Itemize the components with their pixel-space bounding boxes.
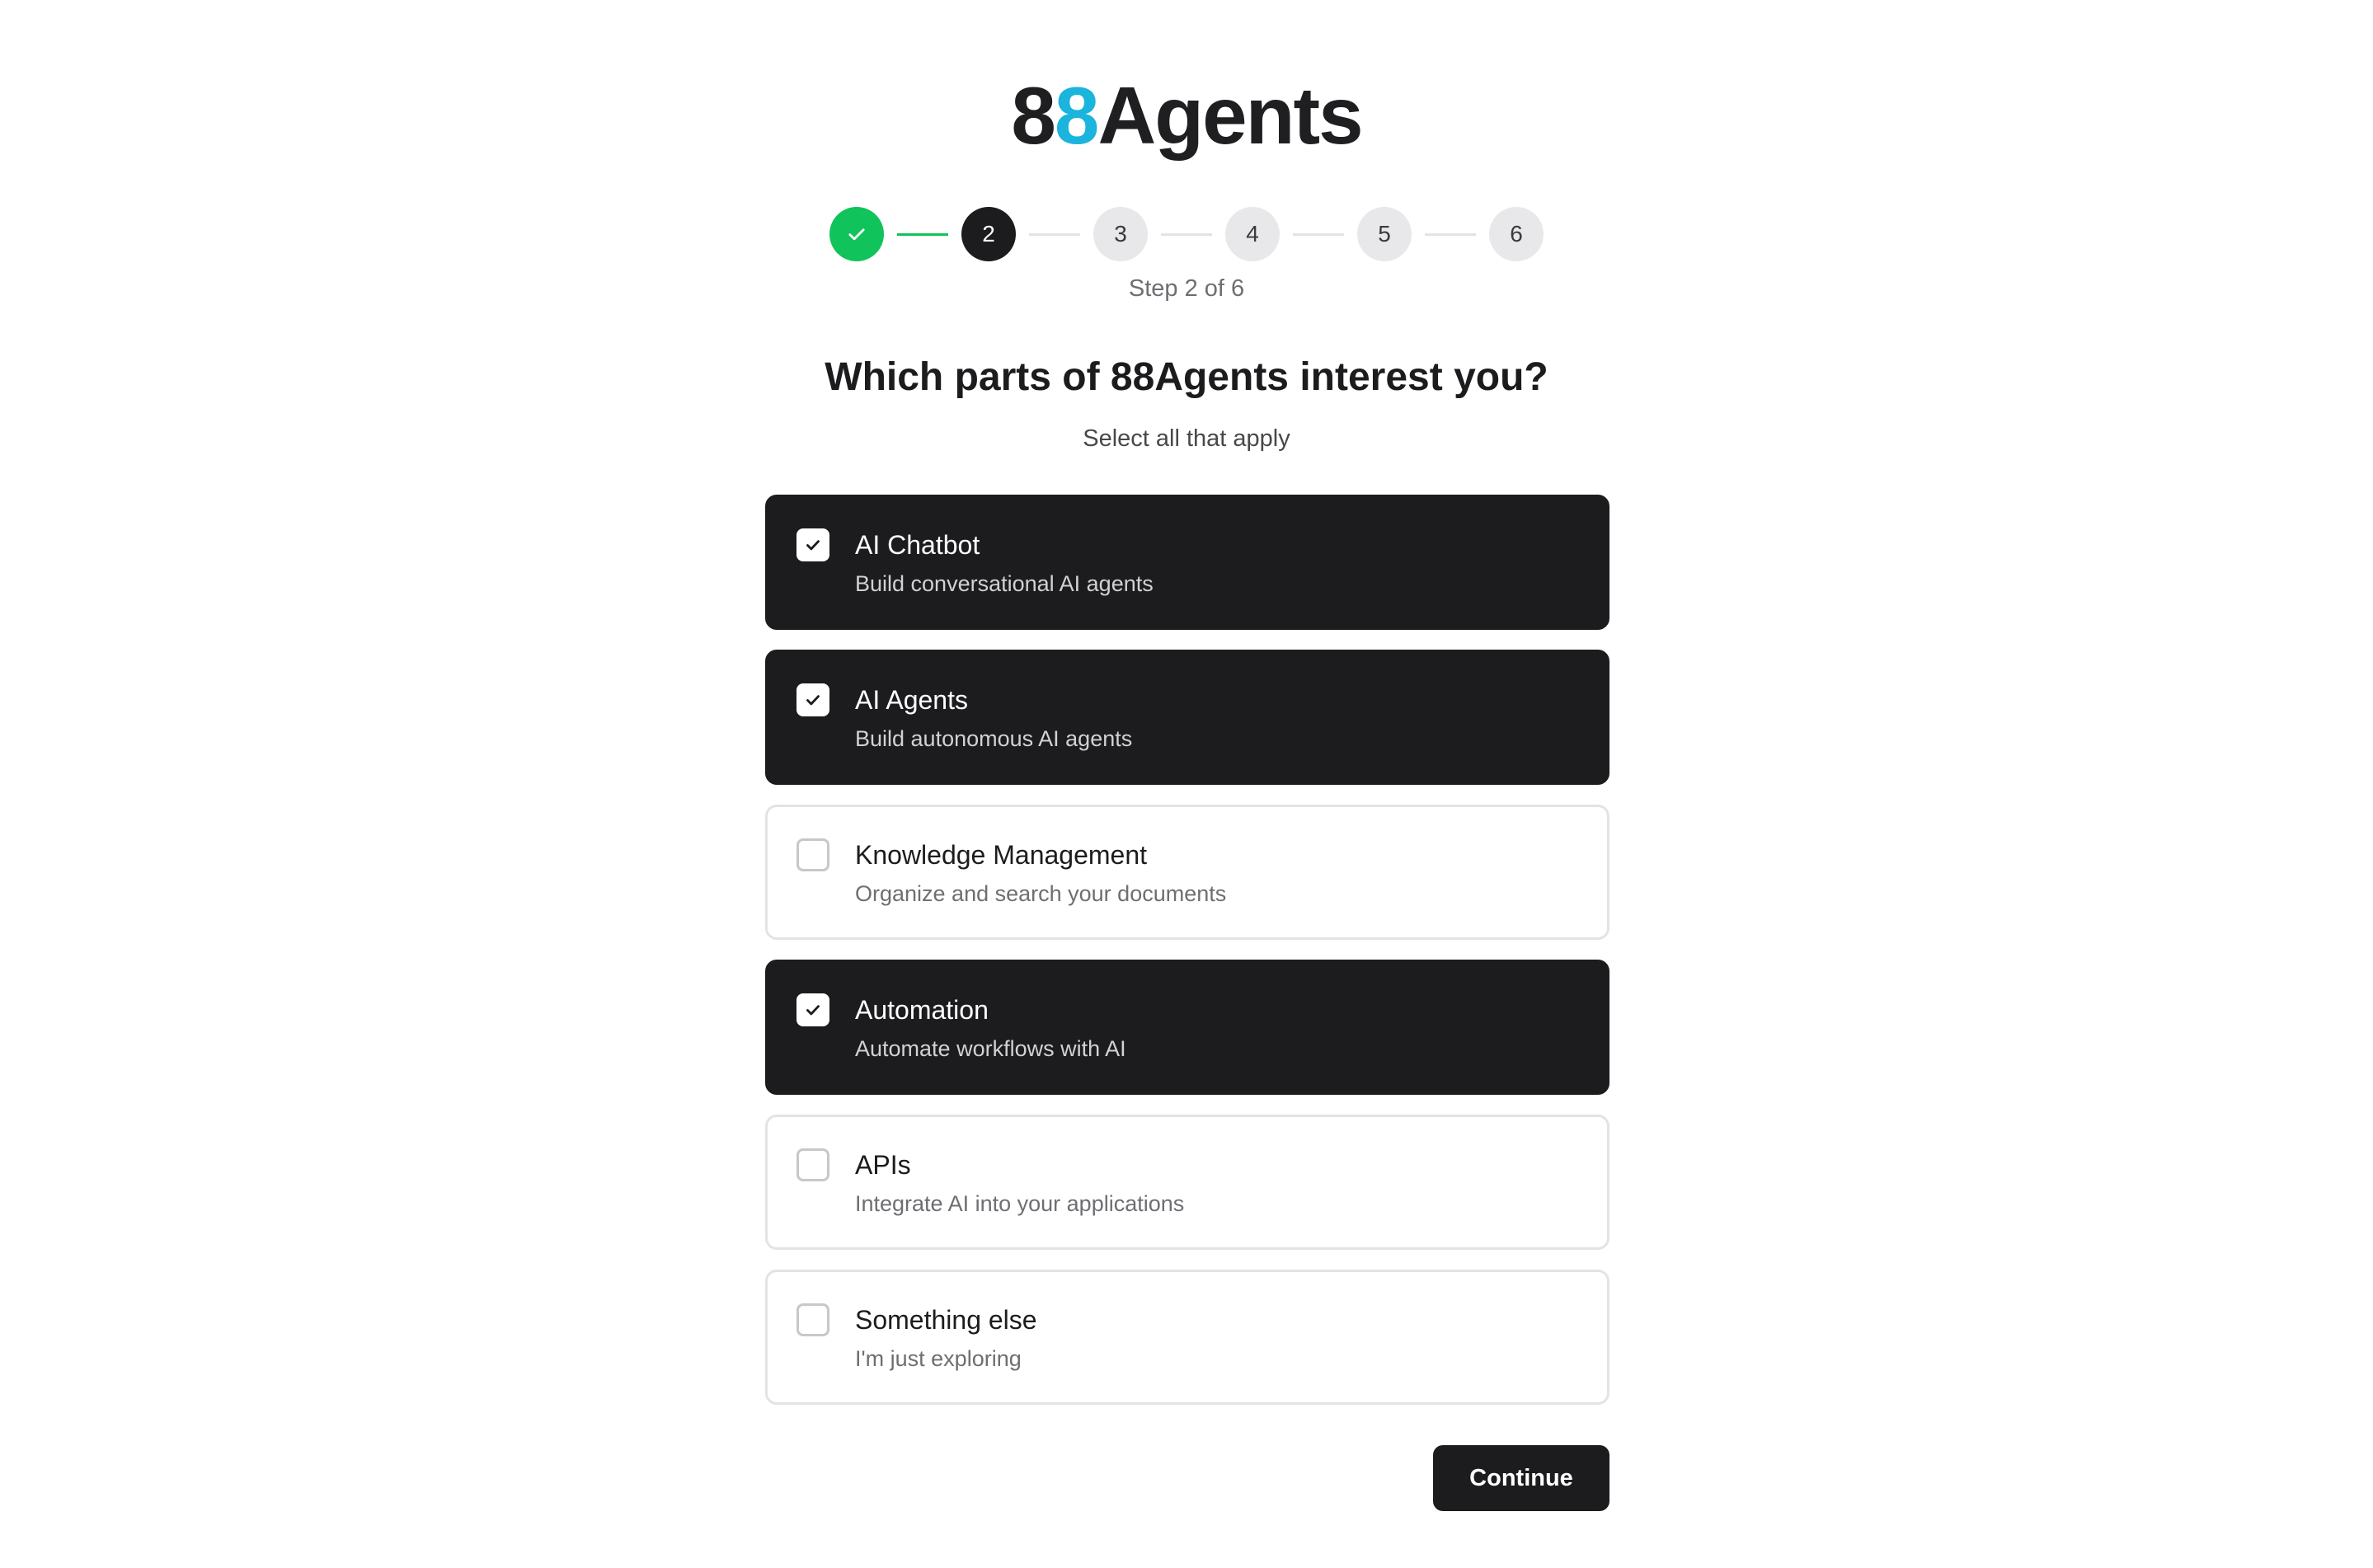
option-title: Automation (855, 995, 989, 1025)
step-connector (897, 232, 948, 236)
option-description: Automate workflows with AI (855, 1036, 1126, 1061)
step-5: 5 (1357, 207, 1412, 261)
step-6: 6 (1489, 207, 1544, 261)
check-icon (806, 695, 820, 706)
step-connector (1293, 232, 1344, 236)
step-caption: Step 2 of 6 (1128, 275, 1245, 302)
option-description: I'm just exploring (855, 1346, 1022, 1371)
option-title: AI Chatbot (855, 530, 980, 560)
option-something-else[interactable]: Something else I'm just exploring (765, 1270, 1609, 1405)
option-knowledge-management[interactable]: Knowledge Management Organize and search… (765, 805, 1609, 940)
checkbox-unchecked[interactable] (796, 1148, 829, 1181)
step-3: 3 (1093, 207, 1148, 261)
option-ai-agents[interactable]: AI Agents Build autonomous AI agents (765, 650, 1609, 785)
option-title: Knowledge Management (855, 840, 1148, 870)
page-subtitle: Select all that apply (1083, 425, 1290, 452)
option-title: Something else (855, 1305, 1037, 1335)
checkbox-unchecked[interactable] (796, 838, 829, 871)
option-apis[interactable]: APIs Integrate AI into your applications (765, 1115, 1609, 1250)
option-automation[interactable]: Automation Automate workflows with AI (765, 960, 1609, 1095)
page-title: Which parts of 88Agents interest you? (825, 355, 1548, 399)
logo-prefix: 8 (1011, 70, 1055, 161)
logo-suffix: Agents (1097, 70, 1363, 161)
interest-options-list: AI Chatbot Build conversational AI agent… (765, 495, 1609, 1425)
checkbox-checked[interactable] (796, 993, 829, 1026)
option-description: Organize and search your documents (855, 881, 1227, 906)
continue-button[interactable]: Continue (1433, 1445, 1609, 1511)
check-icon (806, 1005, 820, 1016)
option-description: Build autonomous AI agents (855, 726, 1133, 751)
checkbox-checked[interactable] (796, 683, 829, 716)
onboarding-page: 88Agents 2 3 4 5 6 Step 2 of 6 Which par… (0, 0, 2373, 1568)
step-connector (1425, 232, 1476, 236)
step-4: 4 (1225, 207, 1280, 261)
checkbox-unchecked[interactable] (796, 1303, 829, 1336)
option-description: Build conversational AI agents (855, 571, 1154, 596)
option-ai-chatbot[interactable]: AI Chatbot Build conversational AI agent… (765, 495, 1609, 630)
progress-stepper: 2 3 4 5 6 (829, 207, 1544, 261)
step-1-complete (829, 207, 884, 261)
brand-logo: 88Agents (0, 66, 2373, 165)
step-connector (1029, 232, 1080, 236)
check-icon (806, 540, 820, 551)
option-description: Integrate AI into your applications (855, 1191, 1185, 1216)
step-2-current: 2 (961, 207, 1016, 261)
option-title: AI Agents (855, 685, 968, 715)
checkbox-checked[interactable] (796, 528, 829, 561)
check-icon (848, 228, 865, 241)
logo-accent: 8 (1054, 70, 1099, 161)
step-connector (1161, 232, 1212, 236)
option-title: APIs (855, 1150, 911, 1180)
